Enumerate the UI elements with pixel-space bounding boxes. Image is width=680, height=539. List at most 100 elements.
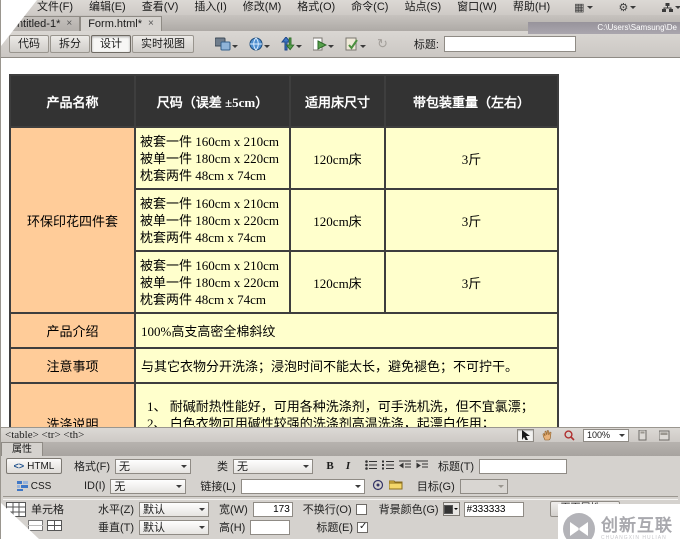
download-size-icon[interactable] — [656, 429, 673, 442]
window-size-icon[interactable] — [634, 429, 651, 442]
product-table: 产品名称 尺码（误差 ±5cm） 适用床尺寸 带包装重量（左右） 环保印花四件套… — [9, 74, 559, 427]
split-cell-icon[interactable] — [47, 520, 62, 534]
size-line: 被单一件 180cm x 220cm — [140, 212, 280, 228]
bold-button[interactable]: B — [323, 460, 337, 472]
bed-cell[interactable]: 120cm床 — [289, 188, 386, 252]
header-bed-size[interactable]: 适用床尺寸 — [289, 74, 386, 128]
bgcolor-label: 背景颜色(G) — [378, 504, 439, 516]
point-to-file-icon[interactable] — [372, 479, 384, 494]
class-select[interactable]: 无 — [233, 458, 314, 474]
italic-button[interactable]: I — [341, 460, 355, 472]
menu-site[interactable]: 站点(S) — [396, 0, 449, 15]
live-view-options-icon[interactable] — [313, 37, 334, 51]
hand-tool-icon[interactable] — [539, 429, 556, 442]
menu-format[interactable]: 格式(O) — [289, 0, 343, 15]
id-label: ID(I) — [84, 480, 106, 492]
notice-text-cell[interactable]: 与其它衣物分开洗涤；浸泡时间不能太长，避免褪色；不可拧干。 — [134, 347, 559, 384]
nowrap-label: 不换行(O) — [302, 504, 352, 516]
css-icon — [16, 481, 28, 491]
link-label: 链接(L) — [200, 481, 236, 493]
size-cell[interactable]: 被套一件 160cm x 210cm 被单一件 180cm x 220cm 枕套… — [134, 250, 291, 314]
horizontal-select[interactable]: 默认 — [139, 501, 210, 517]
extend-gear-icon[interactable]: ⚙ — [619, 1, 637, 14]
cell-title-input[interactable] — [479, 458, 568, 474]
vertical-select[interactable]: 默认 — [139, 519, 210, 535]
select-tool-icon[interactable] — [517, 428, 534, 442]
width-input[interactable] — [252, 501, 293, 517]
tab-form-html[interactable]: Form.html* × — [80, 16, 162, 31]
document-title-input[interactable] — [443, 36, 576, 52]
weight-cell[interactable]: 3斤 — [384, 250, 559, 314]
class-label: 类 — [217, 461, 229, 473]
split-view-button[interactable]: 拆分 — [50, 35, 90, 53]
refresh-icon[interactable]: ↻ — [377, 36, 388, 52]
menu-modify[interactable]: 修改(M) — [235, 0, 290, 15]
menu-insert[interactable]: 插入(I) — [186, 0, 234, 15]
toolbar-icon-group: ↻ — [215, 36, 388, 52]
document-path: C:\Users\Samsung\De — [528, 22, 680, 34]
format-label: 格式(F) — [74, 461, 111, 473]
menu-commands[interactable]: 命令(C) — [343, 0, 396, 15]
weight-cell[interactable]: 3斤 — [384, 126, 559, 190]
size-cell[interactable]: 被套一件 160cm x 210cm 被单一件 180cm x 220cm 枕套… — [134, 188, 291, 252]
indent-icon[interactable] — [416, 460, 429, 473]
tag-selector[interactable]: <table> <tr> <th> — [5, 429, 84, 441]
link-input[interactable] — [240, 478, 365, 494]
tab-properties[interactable]: 属性 — [1, 442, 43, 456]
watermark: 创新互联 CHUANGXIN HULIAN — [558, 504, 680, 539]
zoom-tool-icon[interactable] — [561, 429, 578, 442]
intro-text-cell[interactable]: 100%高支高密全棉斜纹 — [134, 312, 559, 349]
tab-untitled-1-close-icon[interactable]: × — [66, 19, 72, 29]
nowrap-checkbox[interactable] — [355, 503, 367, 515]
menu-view[interactable]: 查看(V) — [134, 0, 187, 15]
tab-form-html-close-icon[interactable]: × — [148, 19, 154, 29]
ordered-list-icon[interactable] — [382, 460, 395, 473]
menu-window[interactable]: 窗口(W) — [449, 0, 505, 15]
format-select[interactable]: 无 — [115, 458, 192, 474]
wash-label-cell[interactable]: 洗涤说明 — [9, 382, 136, 427]
notice-label-cell[interactable]: 注意事项 — [9, 347, 136, 384]
design-view-button[interactable]: 设计 — [91, 35, 131, 53]
live-view-button[interactable]: 实时视图 — [132, 35, 194, 53]
status-bar: <table> <tr> <th> 100% — [1, 427, 680, 442]
site-setup-icon[interactable] — [662, 2, 680, 13]
bgcolor-swatch[interactable] — [442, 502, 460, 516]
code-icon: <> — [13, 461, 25, 471]
id-value: 无 — [114, 481, 126, 493]
html-mode-button[interactable]: <> HTML — [6, 458, 62, 474]
height-input[interactable] — [250, 519, 291, 535]
props-row-2: CSS ID(I) 无 链接(L) 目标(G) — [1, 476, 680, 496]
file-management-icon[interactable] — [281, 37, 302, 51]
header-product-name[interactable]: 产品名称 — [9, 74, 136, 128]
outdent-icon[interactable] — [399, 460, 412, 473]
size-line: 枕套两件 48cm x 74cm — [140, 167, 267, 183]
preview-browser-globe-icon[interactable] — [249, 37, 270, 51]
size-cell[interactable]: 被套一件 160cm x 210cm 被单一件 180cm x 220cm 枕套… — [134, 126, 291, 190]
menu-help[interactable]: 帮助(H) — [505, 0, 558, 15]
wash-text-cell[interactable]: 1、 耐碱耐热性能好，可用各种洗涤剂，可手洗机洗，但不宜氯漂； 2、 白色衣物可… — [134, 382, 559, 427]
header-size[interactable]: 尺码（误差 ±5cm） — [134, 74, 291, 128]
css-mode-button[interactable]: CSS — [6, 478, 62, 494]
header-weight[interactable]: 带包装重量（左右） — [384, 74, 559, 128]
bed-cell[interactable]: 120cm床 — [289, 250, 386, 314]
weight-cell[interactable]: 3斤 — [384, 188, 559, 252]
bed-cell[interactable]: 120cm床 — [289, 126, 386, 190]
list-button-group — [365, 459, 429, 473]
document-tab-bar: Untitled-1* × Form.html* × C:\Users\Sams… — [1, 15, 680, 34]
unordered-list-icon[interactable] — [365, 459, 378, 473]
check-browser-compat-icon[interactable] — [345, 37, 366, 51]
menu-edit[interactable]: 编辑(E) — [81, 0, 134, 15]
browse-folder-icon[interactable] — [388, 479, 403, 493]
size-line: 被单一件 180cm x 220cm — [140, 274, 280, 290]
zoom-level-select[interactable]: 100% — [583, 428, 629, 442]
id-select[interactable]: 无 — [110, 478, 187, 494]
appbar-icon-group: ▦ ⚙ — [574, 1, 680, 14]
size-line: 被套一件 160cm x 210cm — [140, 257, 280, 273]
header-checkbox[interactable] — [357, 521, 368, 533]
product-name-cell[interactable]: 环保印花四件套 — [9, 126, 136, 314]
design-view-canvas[interactable]: 产品名称 尺码（误差 ±5cm） 适用床尺寸 带包装重量（左右） 环保印花四件套… — [1, 58, 680, 427]
intro-label-cell[interactable]: 产品介绍 — [9, 312, 136, 349]
bgcolor-input[interactable] — [463, 501, 524, 517]
layout-switcher-icon[interactable]: ▦ — [574, 1, 593, 14]
multiscreen-preview-icon[interactable] — [215, 37, 238, 51]
